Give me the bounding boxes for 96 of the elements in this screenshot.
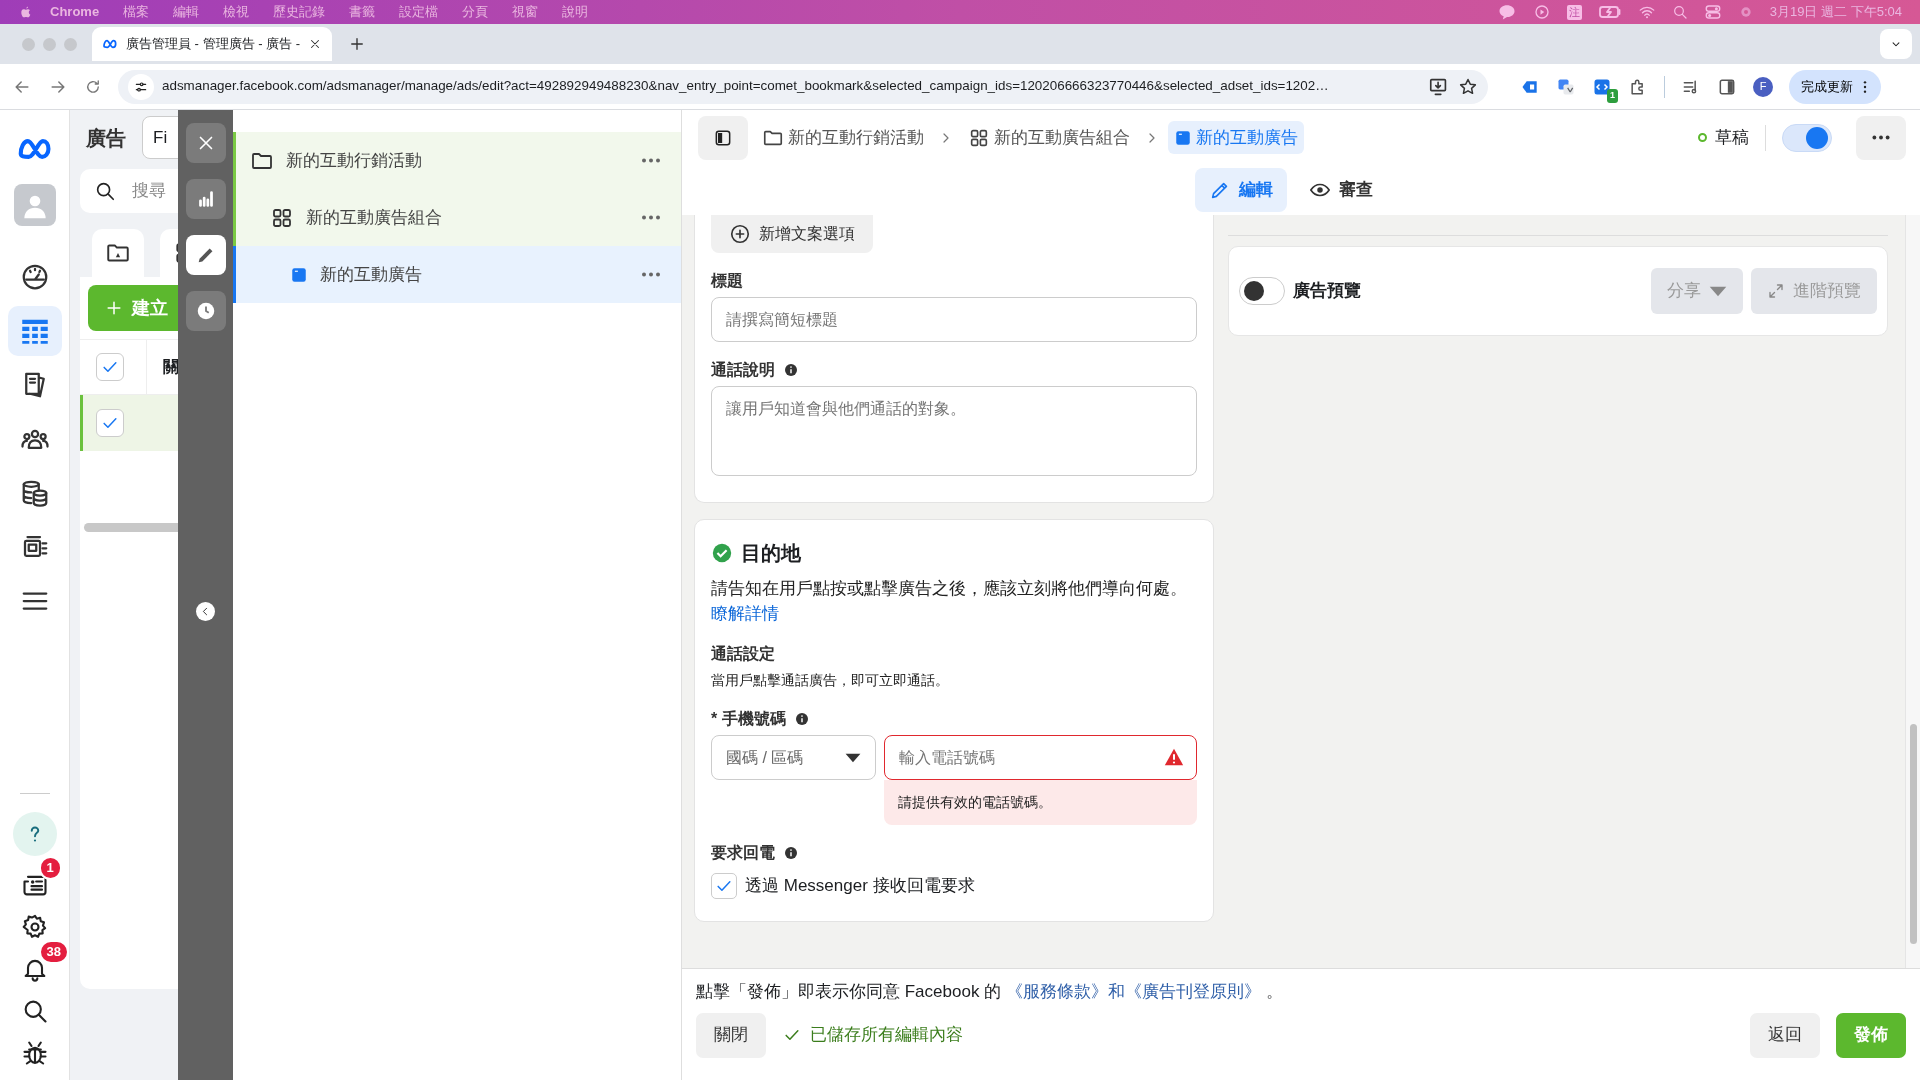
- more-icon: [641, 215, 661, 220]
- tree-item[interactable]: 新的互動行銷活動: [233, 132, 681, 189]
- ad-icon: [290, 265, 308, 284]
- menu-item[interactable]: 書籤: [349, 2, 376, 22]
- app-menu[interactable]: Chrome: [50, 2, 100, 22]
- description-text: 請告知在用戶點按或點擊廣告之後，應該立刻將他們導向何處。 瞭解詳情: [711, 578, 1188, 624]
- play-icon[interactable]: [1532, 3, 1551, 21]
- menu-item[interactable]: 視窗: [512, 2, 539, 22]
- country-code-dropdown[interactable]: 國碼 / 區碼: [711, 735, 876, 780]
- preview-label: 廣告預覽: [1293, 280, 1361, 303]
- toggle-switch[interactable]: [1239, 277, 1285, 305]
- search-field[interactable]: 搜尋: [80, 169, 178, 213]
- phone-input-field[interactable]: 輸入電話號碼: [884, 735, 1197, 780]
- caret-icon: [845, 752, 861, 763]
- menu-item[interactable]: 分頁: [462, 2, 489, 22]
- panel-toggle-button[interactable]: [698, 115, 748, 160]
- more-button[interactable]: [641, 158, 661, 163]
- add-icon: [729, 223, 751, 245]
- caret-icon: [1709, 285, 1727, 297]
- info-icon[interactable]: [783, 362, 799, 378]
- close-button[interactable]: 關閉: [696, 1012, 766, 1058]
- folder-button[interactable]: [92, 229, 144, 277]
- tree-item[interactable]: 新的互動廣告: [233, 246, 681, 303]
- panel-title: 廣告: [86, 125, 126, 151]
- chart-button[interactable]: [185, 179, 226, 219]
- reload-icon[interactable]: [84, 77, 102, 96]
- browser-tab[interactable]: 廣告管理員 - 管理廣告 - 廣告 -: [92, 27, 333, 61]
- expand-icon: [1767, 282, 1785, 300]
- error-message: 請提供有效的電話號碼。: [884, 780, 1197, 825]
- star-icon[interactable]: [1458, 76, 1478, 97]
- menu-item[interactable]: 歷史記錄: [273, 2, 326, 22]
- column-header: 關: [163, 357, 178, 377]
- menu-item[interactable]: 說明: [562, 2, 589, 22]
- share-button[interactable]: 分享: [1651, 268, 1743, 314]
- input-field[interactable]: 請撰寫簡短標題: [711, 297, 1197, 342]
- edit-button[interactable]: [185, 235, 226, 275]
- create-button[interactable]: 建立: [88, 285, 178, 331]
- checkbox[interactable]: [96, 353, 124, 381]
- publish-button[interactable]: 發佈: [1836, 1012, 1906, 1058]
- saved-status: 已儲存所有編輯內容: [810, 1024, 963, 1047]
- more-button[interactable]: [641, 215, 661, 220]
- update-button[interactable]: 完成更新: [1789, 69, 1881, 104]
- advanced-preview-button[interactable]: 進階預覽: [1751, 268, 1877, 314]
- search-icon: [94, 180, 116, 202]
- input-method-icon[interactable]: 注: [1566, 4, 1582, 20]
- toggle-switch[interactable]: [1782, 123, 1832, 152]
- count-badge: 38: [38, 940, 69, 964]
- collapse-button[interactable]: [196, 602, 215, 621]
- help-text: 當用戶點擊通話廣告，即可立即通話。: [711, 671, 950, 690]
- field-label: 通話說明: [711, 360, 775, 380]
- extension-badge: 1: [1607, 89, 1618, 103]
- field-label: 標題: [711, 271, 744, 291]
- tree-item[interactable]: 新的互動廣告組合: [233, 189, 681, 246]
- breadcrumb-link[interactable]: 新的互動行銷活動: [756, 120, 930, 155]
- info-icon[interactable]: [793, 711, 810, 727]
- settings-icon: [20, 913, 49, 941]
- status-dot: [1698, 133, 1707, 142]
- view-tab[interactable]: 審查: [1295, 168, 1387, 212]
- bug-icon: [20, 1039, 49, 1067]
- menu-item[interactable]: 設定檔: [399, 2, 439, 22]
- section-title: 目的地: [741, 541, 801, 566]
- checkbox-label: 透過 Messenger 接收回電要求: [745, 875, 975, 898]
- more-icon: [641, 158, 661, 163]
- checkbox[interactable]: [96, 409, 124, 437]
- text-area[interactable]: 讓用戶知道會與他們通話的對象。: [711, 386, 1197, 476]
- history-button[interactable]: [185, 291, 226, 331]
- info-icon[interactable]: [783, 845, 799, 861]
- address-bar[interactable]: adsmanager.facebook.com/adsmanager/manage/ads/edit?act=492892949488230&nav_entry_point=comet_bookmark&selected_campaign_ids=120206666323770446&selected_adset_ids=1202…: [118, 69, 1488, 104]
- terms-link[interactable]: 《服務條款》和《廣告刊登原則》: [1005, 982, 1261, 1001]
- profile-avatar[interactable]: F: [1753, 76, 1773, 97]
- clock[interactable]: 3月19日 週二 下午5:04: [1769, 2, 1902, 22]
- close-button[interactable]: [185, 123, 226, 163]
- field-label: * 手機號碼: [711, 709, 786, 729]
- more-icon: [1872, 135, 1890, 140]
- filter-dropdown[interactable]: Fi: [142, 115, 178, 160]
- breadcrumb-link[interactable]: 新的互動廣告: [1168, 120, 1304, 155]
- tab-title: 廣告管理員 - 管理廣告 - 廣告 -: [126, 35, 301, 54]
- add-text-option-button[interactable]: 新增文案選項: [711, 215, 873, 253]
- terms-text: 點擊「發佈」即表示你同意 Facebook 的 《服務條款》和《廣告刊登原則》 。: [696, 981, 1284, 1003]
- count-badge: 1: [38, 856, 62, 880]
- scrollbar-thumb[interactable]: [1909, 724, 1917, 944]
- more-button[interactable]: [641, 272, 661, 277]
- ad-icon: [1174, 128, 1192, 147]
- learn-more-link[interactable]: 瞭解詳情: [711, 604, 779, 622]
- menu-item[interactable]: 編輯: [173, 2, 200, 22]
- url-text: adsmanager.facebook.com/adsmanager/manage/ads/edit?act=492892949488230&nav_entry_point=comet_bookmark&selected_campaign_ids=120206666323770446&selected_adset_ids=1202…: [162, 77, 1330, 96]
- breadcrumb-link[interactable]: 新的互動廣告組合: [962, 120, 1136, 155]
- menu-item[interactable]: 檢視: [223, 2, 250, 22]
- more-icon: [641, 272, 661, 277]
- field-label: 要求回電: [711, 843, 775, 863]
- back-button[interactable]: 返回: [1750, 1012, 1820, 1058]
- view-tab[interactable]: 編輯: [1195, 168, 1287, 212]
- menu-item[interactable]: 檔案: [123, 2, 150, 22]
- section-subtitle: 通話設定: [711, 644, 776, 664]
- checkbox[interactable]: [711, 873, 737, 899]
- status-label: 草稿: [1715, 126, 1749, 149]
